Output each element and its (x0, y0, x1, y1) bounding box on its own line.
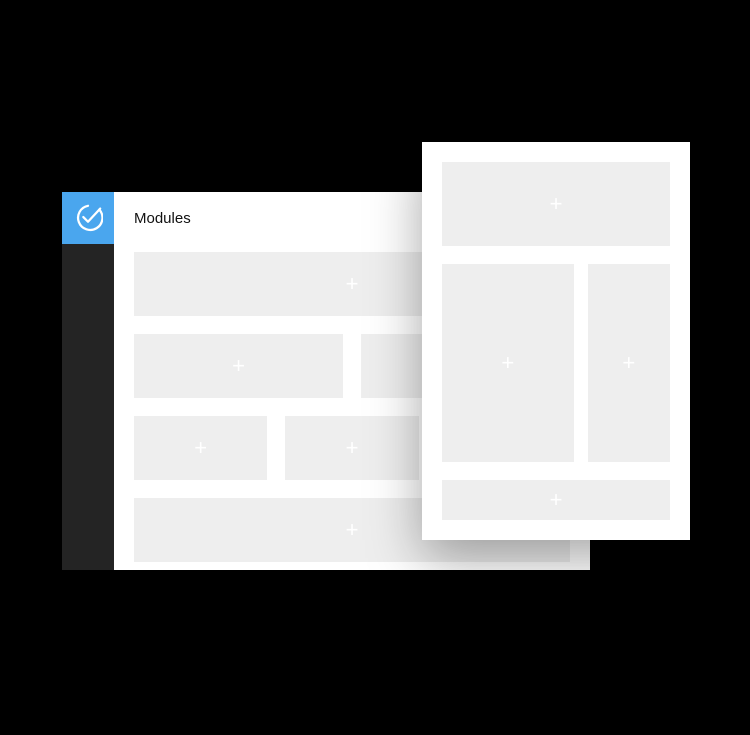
add-module-tile[interactable]: + (134, 334, 343, 398)
logo-tile[interactable] (62, 192, 114, 244)
add-module-tile[interactable]: + (588, 264, 670, 462)
plus-icon: + (346, 437, 359, 459)
preview-row: + (442, 162, 670, 246)
plus-icon: + (550, 193, 563, 215)
plus-icon: + (194, 437, 207, 459)
preview-row: + + (442, 264, 670, 462)
plus-icon: + (622, 352, 635, 374)
sidebar (62, 192, 114, 570)
plus-icon: + (550, 489, 563, 511)
add-module-tile[interactable]: + (442, 480, 670, 520)
plus-icon: + (501, 352, 514, 374)
page-title: Modules (134, 210, 191, 227)
checkmark-circle-icon (73, 203, 103, 233)
plus-icon: + (346, 519, 359, 541)
add-module-tile[interactable]: + (285, 416, 418, 480)
add-module-tile[interactable]: + (442, 264, 574, 462)
plus-icon: + (232, 355, 245, 377)
add-module-tile[interactable]: + (442, 162, 670, 246)
floating-preview-panel: + + + + (422, 142, 690, 540)
preview-row: + (442, 480, 670, 520)
add-module-tile[interactable]: + (134, 416, 267, 480)
plus-icon: + (346, 273, 359, 295)
